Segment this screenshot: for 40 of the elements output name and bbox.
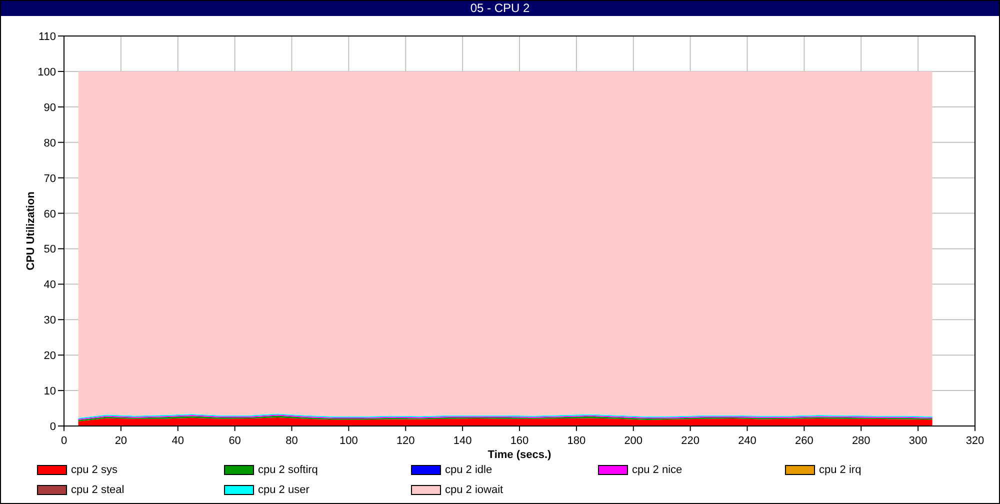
legend-label: cpu 2 irq — [819, 464, 862, 476]
y-tick-label: 30 — [44, 314, 56, 327]
legend-label: cpu 2 steal — [71, 484, 124, 496]
y-tick-label: 0 — [50, 421, 56, 433]
legend-label: cpu 2 user — [258, 484, 310, 496]
y-axis-title: CPU Utilization — [25, 192, 37, 270]
x-tick-label: 20 — [114, 435, 128, 447]
x-tick-label: 220 — [681, 435, 700, 447]
x-tick-label: 0 — [60, 435, 68, 447]
x-tick-label: 240 — [738, 435, 756, 447]
y-tick-label: 20 — [44, 350, 56, 362]
x-tick-label: 120 — [396, 435, 415, 447]
x-tick-label: 320 — [966, 435, 984, 447]
legend-label: cpu 2 iowait — [445, 484, 504, 496]
x-tick-label: 80 — [286, 435, 298, 447]
y-tick-label: 40 — [44, 279, 56, 292]
y-tick-label: 110 — [38, 31, 56, 43]
x-tick-label: 40 — [172, 435, 184, 447]
y-tick-label: 10 — [44, 386, 56, 398]
legend-label: cpu 2 softirq — [258, 464, 318, 476]
x-tick-label: 300 — [908, 435, 928, 447]
x-axis-title: Time (secs.) — [488, 449, 552, 461]
y-tick-label: 70 — [44, 172, 56, 185]
legend-label: cpu 2 sys — [71, 464, 118, 476]
legend-label: cpu 2 nice — [632, 464, 682, 476]
window-title: 05 - CPU 2 — [1, 1, 999, 16]
y-tick-label: 60 — [44, 208, 56, 220]
y-tick-label: 90 — [44, 102, 56, 114]
x-tick-label: 60 — [228, 435, 241, 447]
x-tick-label: 280 — [852, 435, 870, 447]
x-tick-label: 140 — [453, 435, 472, 447]
x-tick-label: 180 — [567, 435, 586, 447]
x-tick-label: 100 — [340, 435, 358, 447]
y-tick-label: 80 — [44, 137, 56, 150]
legend-label: cpu 2 idle — [445, 464, 492, 476]
x-tick-label: 200 — [624, 435, 643, 447]
y-tick-label: 100 — [38, 66, 56, 78]
x-tick-label: 160 — [510, 435, 529, 447]
x-tick-label: 260 — [795, 435, 814, 447]
y-tick-label: 50 — [44, 244, 56, 256]
